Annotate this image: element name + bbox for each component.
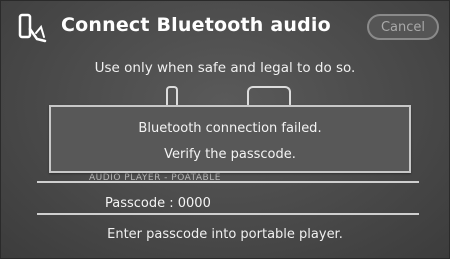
bluetooth-phone-icon — [17, 13, 53, 47]
cancel-button[interactable]: Cancel — [367, 14, 439, 40]
bluetooth-screen: Connect Bluetooth audio Cancel Use only … — [0, 0, 450, 259]
device-name-partially-hidden: AUDIO PLAYER - POATABLE — [89, 173, 221, 183]
error-dialog: Bluetooth connection failed. Verify the … — [49, 105, 411, 173]
safety-notice: Use only when safe and legal to do so. — [94, 60, 356, 76]
page-title: Connect Bluetooth audio — [61, 14, 331, 36]
instruction-text: Enter passcode into portable player. — [107, 227, 343, 242]
error-message: Bluetooth connection failed. — [138, 121, 322, 136]
error-hint: Verify the passcode. — [164, 147, 296, 162]
divider-line — [37, 213, 419, 215]
passcode-label: Passcode : 0000 — [105, 196, 211, 211]
